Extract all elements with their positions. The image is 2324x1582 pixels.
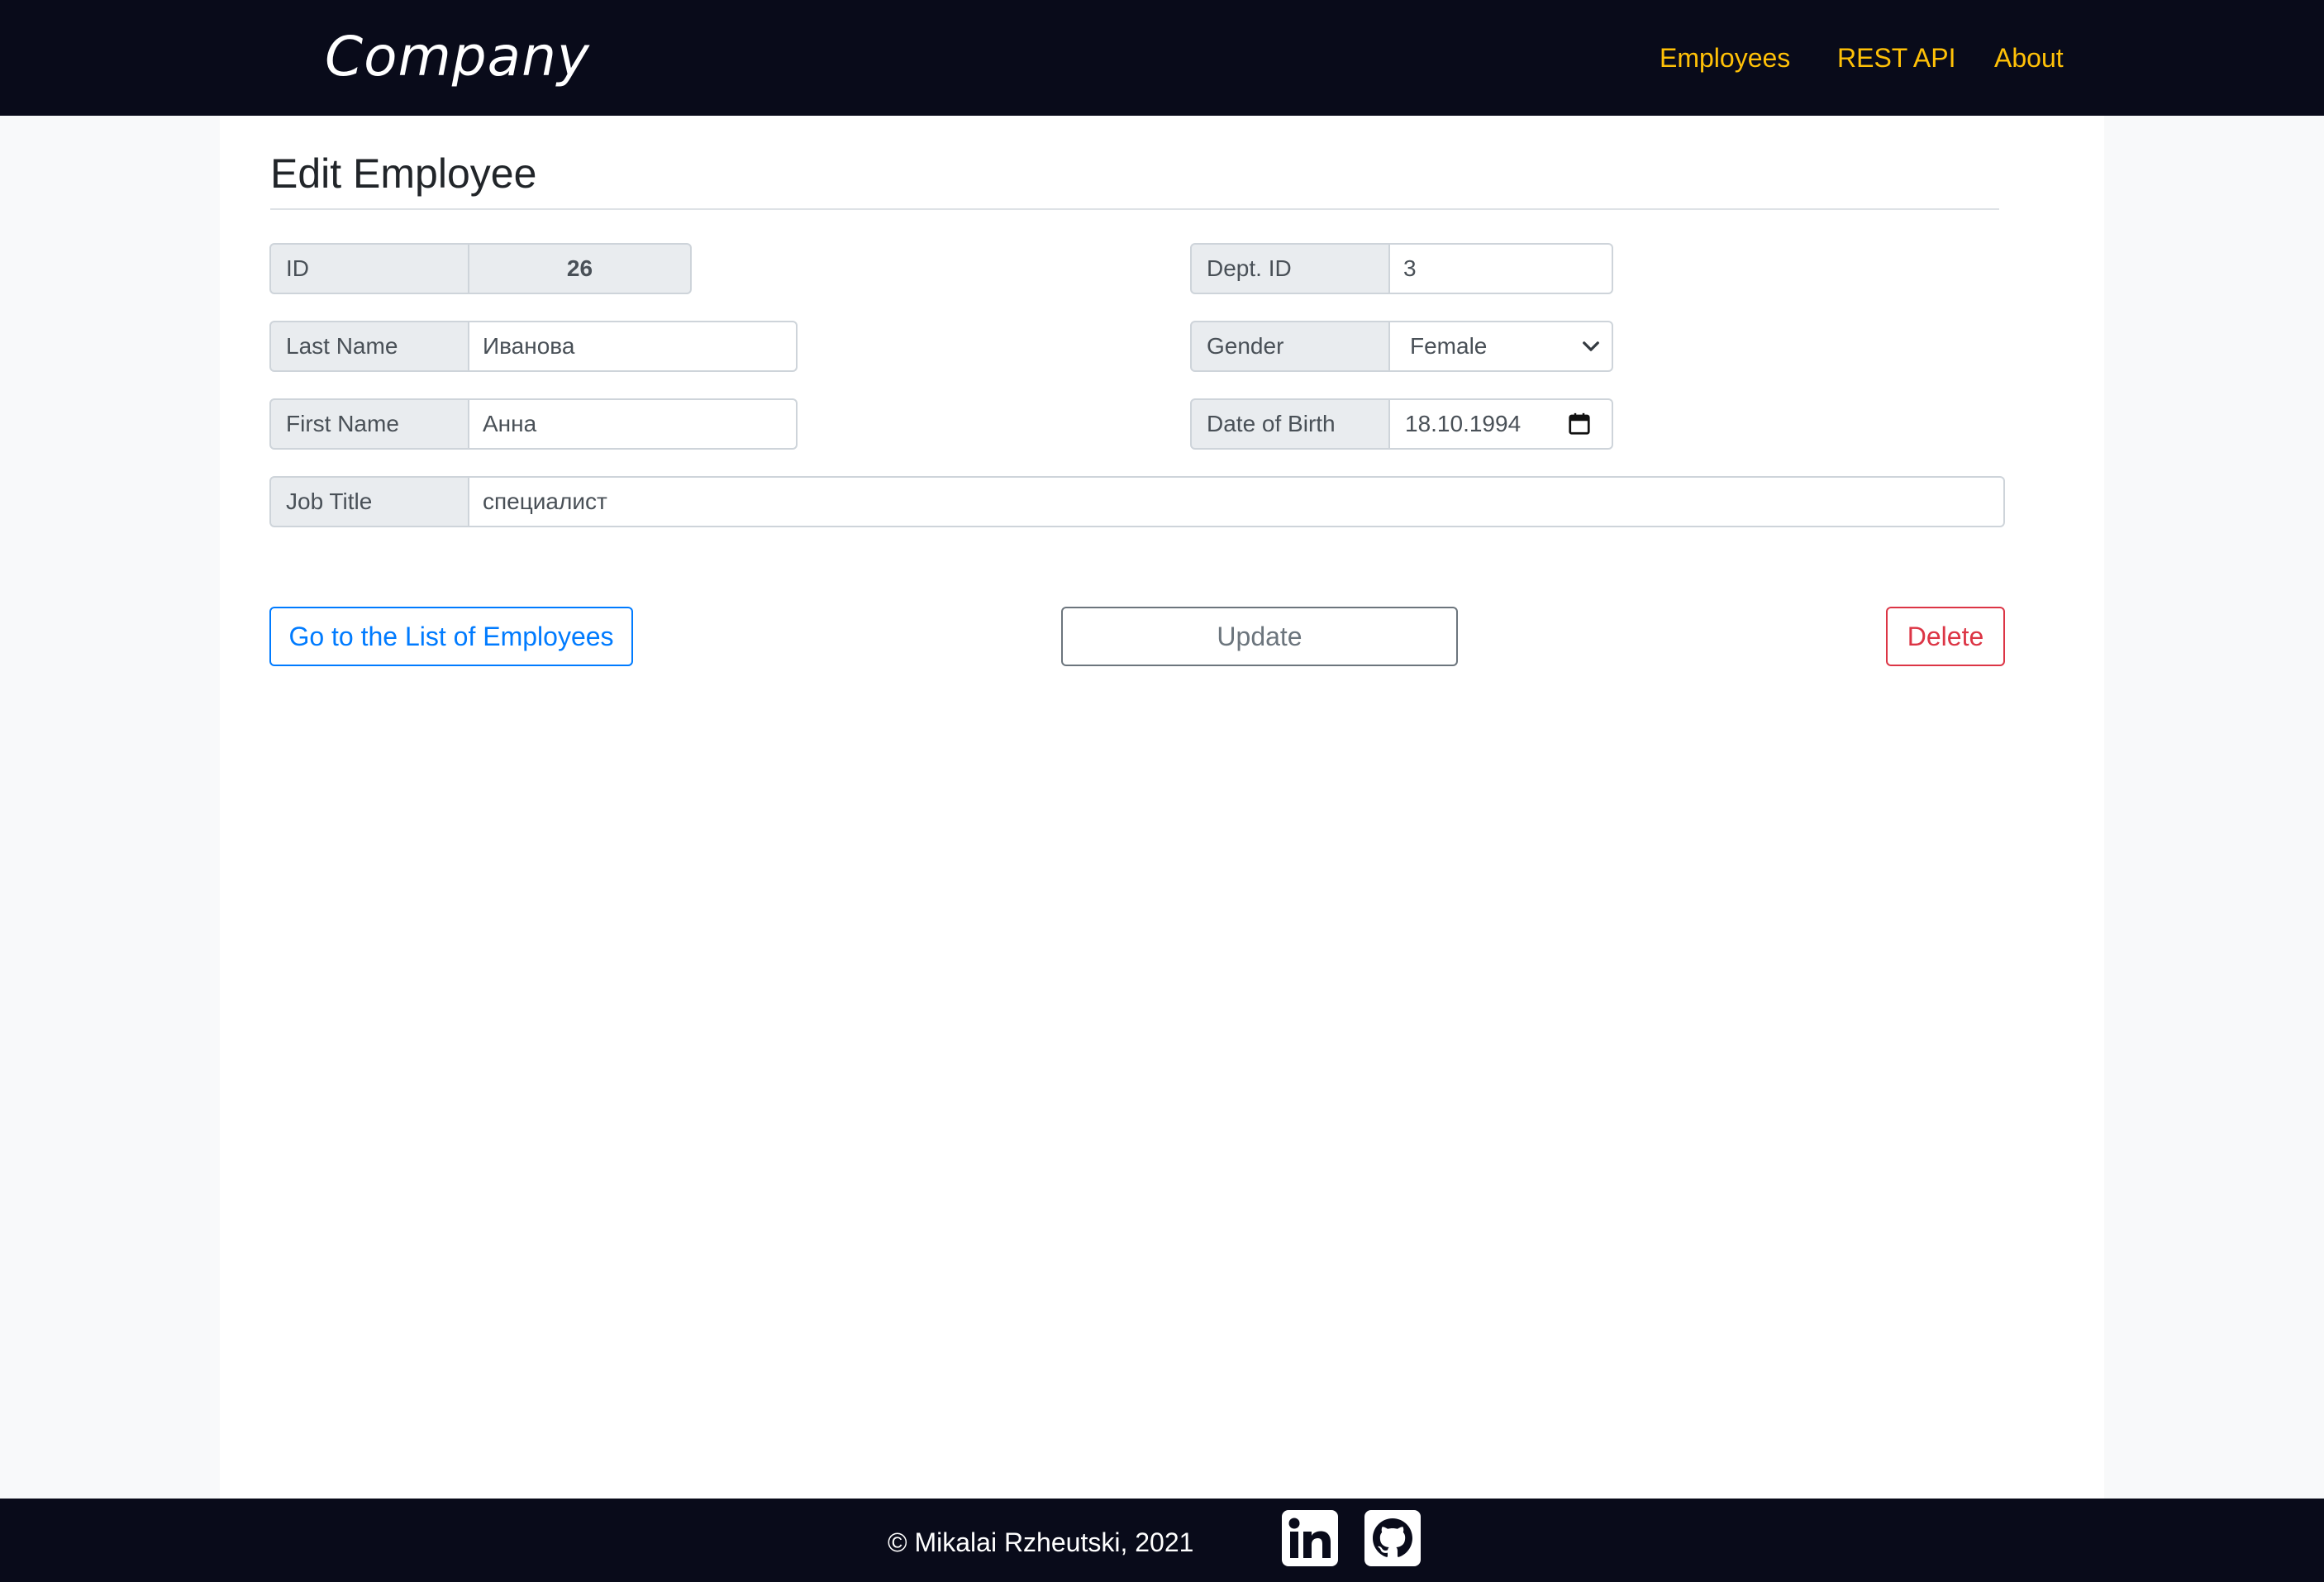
brand-logo-link[interactable]: Company: [325, 20, 590, 94]
gender-selected-value: Female: [1410, 333, 1488, 359]
last-name-label: Last Name: [269, 321, 469, 372]
date-of-birth-label: Date of Birth: [1190, 398, 1390, 450]
go-to-employee-list-button[interactable]: Go to the List of Employees: [269, 607, 633, 666]
last-name-group: Last Name Иванова: [269, 321, 798, 372]
date-of-birth-value: 18.10.1994: [1405, 411, 1522, 436]
dept-id-group: Dept. ID 3: [1190, 243, 1613, 294]
date-of-birth-input[interactable]: 18.10.1994: [1390, 398, 1613, 450]
first-name-label: First Name: [269, 398, 469, 450]
job-title-input[interactable]: специалист: [469, 476, 2005, 527]
job-title-group: Job Title специалист: [269, 476, 2005, 527]
last-name-input[interactable]: Иванова: [469, 321, 798, 372]
nav-employees-link[interactable]: Employees: [1660, 36, 1790, 79]
dept-id-input[interactable]: 3: [1390, 243, 1613, 294]
first-name-group: First Name Анна: [269, 398, 798, 450]
footer: © Mikalai Rzheutski, 2021: [0, 1499, 2324, 1582]
update-button[interactable]: Update: [1061, 607, 1458, 666]
date-of-birth-group: Date of Birth 18.10.1994: [1190, 398, 1613, 450]
first-name-input[interactable]: Анна: [469, 398, 798, 450]
github-icon[interactable]: [1364, 1510, 1421, 1566]
chevron-down-icon: [1583, 341, 1599, 351]
page-title: Edit Employee: [270, 150, 537, 197]
delete-button[interactable]: Delete: [1886, 607, 2005, 666]
title-divider: [270, 208, 1999, 210]
top-navbar: Company Employees REST API About: [0, 0, 2324, 116]
id-field: 26: [469, 243, 692, 294]
calendar-icon[interactable]: [1567, 412, 1592, 436]
id-group: ID 26: [269, 243, 692, 294]
gender-label: Gender: [1190, 321, 1390, 372]
copyright-text: © Mikalai Rzheutski, 2021: [888, 1527, 1194, 1557]
job-title-label: Job Title: [269, 476, 469, 527]
gender-group: Gender Female: [1190, 321, 1613, 372]
nav-about-link[interactable]: About: [1994, 36, 2064, 79]
nav-rest-api-link[interactable]: REST API: [1837, 36, 1955, 79]
id-label: ID: [269, 243, 469, 294]
gender-select[interactable]: Female: [1390, 321, 1613, 372]
dept-id-label: Dept. ID: [1190, 243, 1390, 294]
linkedin-icon[interactable]: [1282, 1510, 1338, 1566]
